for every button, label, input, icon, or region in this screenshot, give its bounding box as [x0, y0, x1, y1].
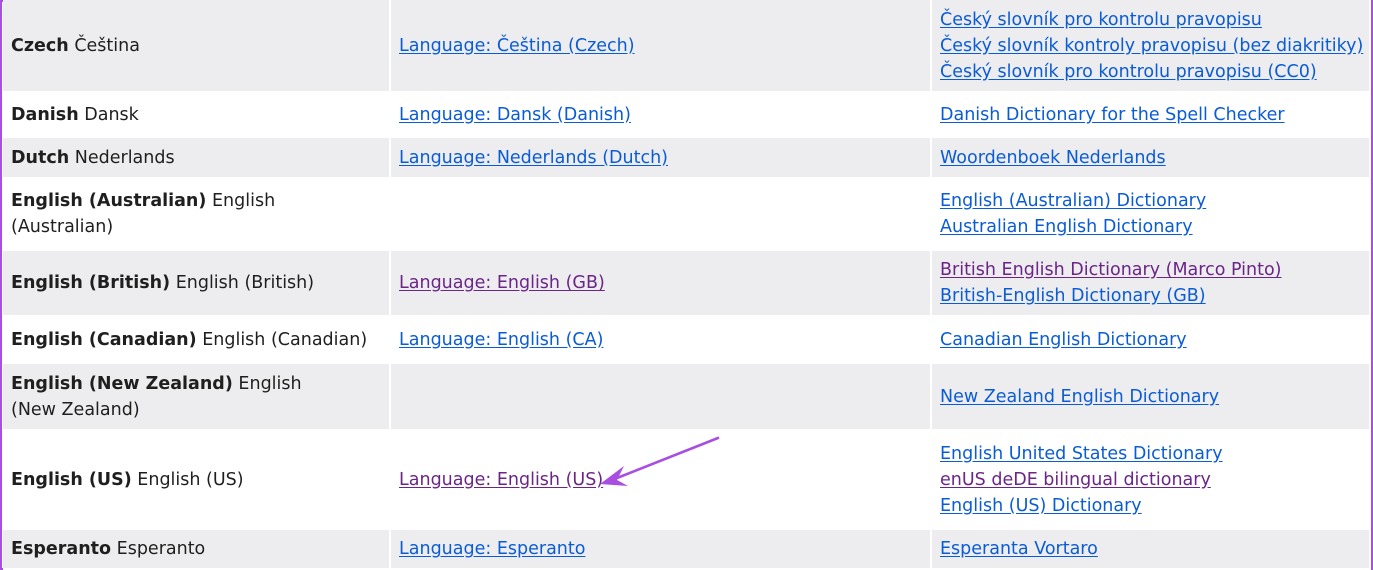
dictionary-link[interactable]: British English Dictionary (Marco Pinto)	[940, 257, 1282, 283]
table-row: Danish Dansk Language: Dansk (Danish) Dani…	[3, 93, 1371, 138]
language-link[interactable]: Language: Esperanto	[399, 539, 585, 559]
language-link[interactable]: Language: Dansk (Danish)	[399, 105, 631, 125]
table-row: English (Canadian) English (Canadian) Lan…	[3, 317, 1371, 364]
dictionary-link[interactable]: Esperanta Vortaro	[940, 536, 1098, 562]
language-name-cell: English (British) English (British)	[3, 251, 391, 317]
language-english-name: English (US)	[11, 469, 132, 490]
language-link[interactable]: Language: Čeština (Czech)	[399, 36, 635, 56]
language-link-cell: Language: Dansk (Danish)	[391, 93, 932, 138]
language-native-name: Nederlands	[74, 147, 175, 168]
language-english-name: English (Australian)	[11, 191, 207, 211]
dictionary-links-cell: New Zealand English Dictionary	[932, 364, 1371, 431]
dictionary-links-cell: Český slovník pro kontrolu pravopisu Česk…	[932, 0, 1371, 93]
language-name-cell: English (US) English (US)	[3, 431, 391, 530]
language-name-cell: Danish Dansk	[3, 93, 391, 138]
language-link-cell: Language: Nederlands (Dutch)	[391, 138, 932, 179]
language-link-cell: Language: Čeština (Czech)	[391, 0, 932, 93]
language-native-name: Čeština	[74, 35, 140, 56]
language-link[interactable]: Language: English (US)	[399, 470, 603, 490]
language-english-name: Czech	[11, 35, 69, 56]
table-row: English (Australian) English (Australian…	[3, 179, 1371, 251]
language-link-cell: Language: Esperanto	[391, 530, 932, 570]
dictionary-link[interactable]: Český slovník pro kontrolu pravopisu (CC…	[940, 59, 1317, 85]
dictionary-link[interactable]: Woordenboek Nederlands	[940, 145, 1166, 171]
dictionary-link[interactable]: English (Australian) Dictionary	[940, 188, 1206, 214]
table-row: Czech Čeština Language: Čeština (Czech) Če…	[3, 0, 1371, 93]
language-native-name: English (British)	[175, 273, 315, 293]
language-native-name: English (Canadian)	[202, 329, 368, 350]
language-name-cell: Dutch Nederlands	[3, 138, 391, 179]
dictionary-link[interactable]: English (US) Dictionary	[940, 493, 1142, 519]
dictionary-links-cell: English United States Dictionary enUS deD…	[932, 431, 1371, 530]
dictionary-link[interactable]: enUS deDE bilingual dictionary	[940, 467, 1211, 493]
language-native-name: Dansk	[84, 104, 139, 125]
language-name-cell: English (New Zealand) English (New Zeala…	[3, 364, 391, 431]
language-link[interactable]: Language: English (CA)	[399, 330, 603, 350]
language-name-cell: English (Australian) English (Australian…	[3, 179, 391, 251]
language-link-cell: Language: English (CA)	[391, 317, 932, 364]
language-english-name: English (British)	[11, 273, 171, 293]
arrow-icon	[600, 436, 720, 486]
language-native-name: Esperanto	[116, 539, 206, 559]
language-name-cell: English (Canadian) English (Canadian)	[3, 317, 391, 364]
dictionary-link[interactable]: British-English Dictionary (GB)	[940, 283, 1206, 309]
language-english-name: Danish	[11, 104, 79, 125]
language-native-name: English (US)	[137, 469, 244, 490]
language-name-cell: Esperanto Esperanto	[3, 530, 391, 570]
language-english-name: English (Canadian)	[11, 329, 197, 350]
table-row: Dutch Nederlands Language: Nederlands (Du…	[3, 138, 1371, 179]
language-link-cell	[391, 179, 932, 251]
dictionary-links-cell: Esperanta Vortaro	[932, 530, 1371, 570]
dictionary-link[interactable]: New Zealand English Dictionary	[940, 384, 1219, 410]
dictionary-link[interactable]: Český slovník kontroly pravopisu (bez di…	[940, 33, 1363, 59]
language-link[interactable]: Language: Nederlands (Dutch)	[399, 148, 668, 168]
language-english-name: English (New Zealand)	[11, 373, 233, 394]
dictionary-link[interactable]: Canadian English Dictionary	[940, 327, 1187, 353]
dictionary-links-cell: Danish Dictionary for the Spell Checker	[932, 93, 1371, 138]
language-english-name: Esperanto	[11, 539, 112, 559]
dictionary-links-cell: English (Australian) Dictionary Australia…	[932, 179, 1371, 251]
language-english-name: Dutch	[11, 147, 70, 168]
language-name-cell: Czech Čeština	[3, 0, 391, 93]
table-row: English (New Zealand) English (New Zeala…	[3, 364, 1371, 431]
dictionary-link[interactable]: Danish Dictionary for the Spell Checker	[940, 102, 1285, 128]
language-link-cell: Language: English (GB)	[391, 251, 932, 317]
dictionary-link[interactable]: Australian English Dictionary	[940, 214, 1193, 240]
language-link[interactable]: Language: English (GB)	[399, 273, 605, 293]
language-link-cell	[391, 364, 932, 431]
dictionary-links-cell: Woordenboek Nederlands	[932, 138, 1371, 179]
table-row: English (British) English (British) Langu…	[3, 251, 1371, 317]
dictionary-link[interactable]: Český slovník pro kontrolu pravopisu	[940, 7, 1262, 33]
dictionary-links-cell: Canadian English Dictionary	[932, 317, 1371, 364]
dictionary-links-cell: British English Dictionary (Marco Pinto)…	[932, 251, 1371, 317]
table-row: Esperanto Esperanto Language: Esperanto Es…	[3, 530, 1371, 570]
dictionary-link[interactable]: English United States Dictionary	[940, 441, 1223, 467]
